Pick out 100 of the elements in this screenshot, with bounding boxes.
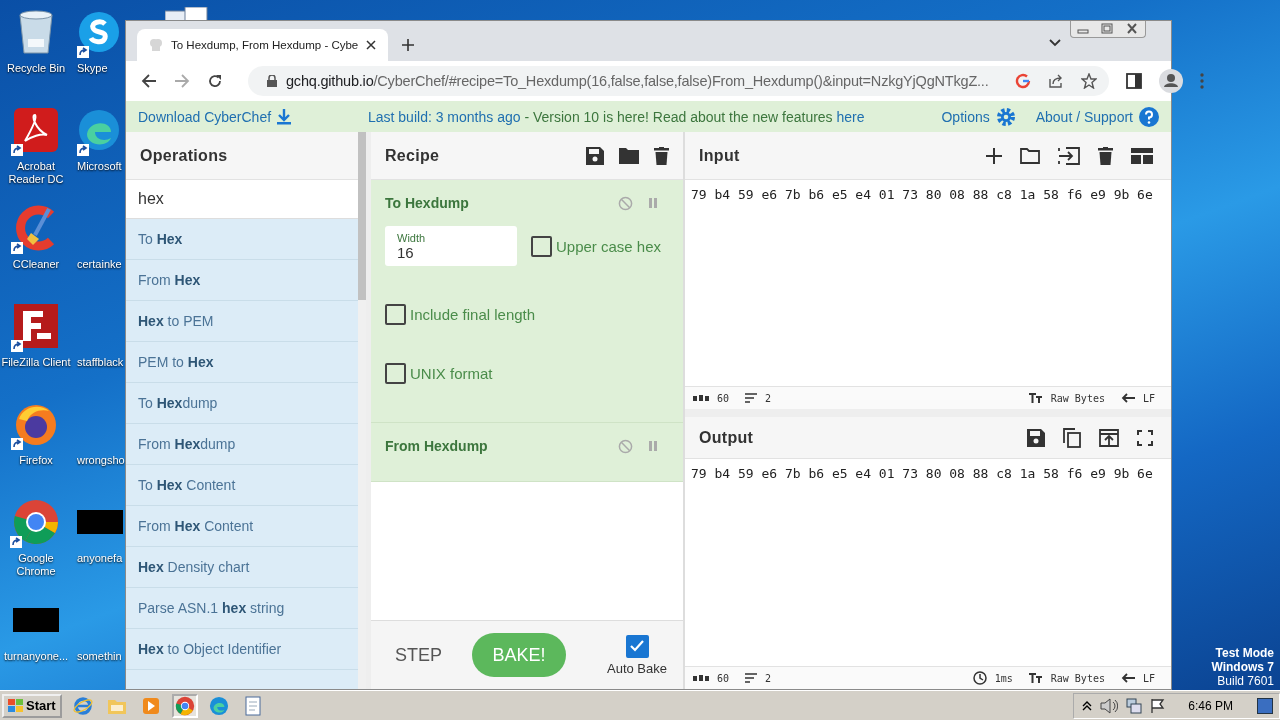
desktop-icon-label[interactable]: Google Chrome [0, 552, 72, 578]
checkbox-label[interactable]: UNIX format [410, 365, 493, 382]
tab-search-chevron-icon[interactable] [1049, 39, 1061, 47]
search-field[interactable]: hex [126, 180, 358, 219]
scrollbar-thumb[interactable] [358, 132, 366, 300]
thumbnail-icon[interactable] [13, 608, 59, 632]
build-message: Last build: 3 months ago - Version 10 is here! Read about the new features here [368, 108, 865, 125]
back-icon[interactable] [141, 73, 157, 89]
chef-hat-icon [149, 38, 163, 52]
text-encoding-icon[interactable] [1028, 673, 1043, 684]
input-text: 79 b4 59 e6 7b b6 e5 e4 01 73 80 08 88 c8 1a 58 f6 e9 9b 6e [691, 187, 1153, 202]
output-text-area[interactable]: 79 b4 59 e6 7b b6 e5 e4 01 73 80 08 88 c8 1a 58 f6 e9 9b 6e [685, 459, 1171, 667]
text-encoding-icon[interactable] [1028, 393, 1043, 404]
desktop-icon-label[interactable]: Acrobat Reader DC [0, 160, 72, 186]
maximize-icon[interactable] [1137, 429, 1153, 446]
eol-value[interactable]: LF [1142, 392, 1155, 404]
copy-icon[interactable] [1063, 427, 1081, 448]
desktop-icon-label[interactable]: FileZilla Client [1, 356, 71, 369]
desktop-icon-label[interactable]: somethin [77, 650, 122, 663]
desktop-icon-label[interactable]: CCleaner [12, 258, 60, 271]
features-link[interactable]: here [836, 108, 865, 125]
save-icon[interactable] [1027, 428, 1045, 447]
menu-icon[interactable] [1199, 73, 1204, 89]
desktop-icon-label[interactable]: wrongsho [77, 454, 125, 467]
operation-name: From Hexdump [385, 438, 488, 454]
help-icon[interactable] [1139, 106, 1159, 127]
check-icon [630, 640, 644, 652]
new-tab-icon[interactable] [402, 39, 415, 51]
start-button[interactable]: Start [2, 693, 62, 718]
open-in-input-icon[interactable] [1099, 428, 1119, 447]
side-panel-icon[interactable] [1125, 73, 1142, 89]
save-icon[interactable] [586, 146, 604, 165]
output-text: 79 b4 59 e6 7b b6 e5 e4 01 73 80 08 88 c8 1a 58 f6 e9 9b 6e [691, 466, 1153, 481]
pane-resize-handle[interactable] [685, 409, 1171, 417]
os-notice-text: Test Mode [1215, 646, 1274, 660]
trash-icon[interactable] [1098, 146, 1113, 165]
filezilla-icon[interactable] [13, 303, 59, 349]
import-icon[interactable] [1058, 146, 1080, 165]
operations-title: Operations [140, 146, 228, 165]
auto-bake-label[interactable]: Auto Bake [607, 660, 667, 676]
thumbnail-icon[interactable] [77, 510, 123, 534]
plus-icon[interactable] [986, 147, 1002, 164]
return-arrow-icon[interactable] [1120, 673, 1135, 684]
speaker-icon[interactable] [1100, 697, 1119, 714]
return-arrow-icon[interactable] [1120, 393, 1135, 404]
download-link[interactable]: Download CyberChef [138, 108, 272, 125]
auto-bake-checkbox[interactable] [625, 634, 649, 658]
encoding-value[interactable]: Raw Bytes [1050, 392, 1105, 404]
step-button[interactable]: STEP [395, 644, 442, 666]
folder-icon[interactable] [1020, 147, 1040, 164]
show-hidden-icons-icon[interactable] [1082, 700, 1093, 711]
flag-icon[interactable] [1150, 697, 1167, 714]
checkbox[interactable] [385, 363, 406, 384]
star-icon[interactable] [1080, 73, 1097, 89]
checkbox[interactable] [385, 304, 406, 325]
folder-icon[interactable] [619, 147, 639, 164]
reload-icon[interactable] [207, 73, 223, 89]
network-icon[interactable] [1126, 697, 1143, 714]
address-bar[interactable]: gchq.github.io/CyberChef/#recipe=To_Hexdump(16,false,false,false)From_Hexdump()&input=NzkgYjQgNTkgZ... [248, 66, 1109, 96]
close-icon[interactable] [366, 40, 377, 50]
clock[interactable]: 6:46 PM [1188, 698, 1233, 713]
trash-icon[interactable] [654, 146, 669, 165]
edge-icon[interactable] [77, 108, 121, 152]
about-link[interactable]: About / Support [1035, 108, 1133, 125]
build-link[interactable]: Last build: 3 months ago [368, 108, 521, 125]
character-count-icon [693, 395, 709, 402]
browser-tab[interactable]: To Hexdump, From Hexdump - Cybe [137, 29, 389, 61]
layout-icon[interactable] [1131, 147, 1153, 164]
checkbox[interactable] [531, 235, 552, 257]
input-text-area[interactable]: 79 b4 59 e6 7b b6 e5 e4 01 73 80 08 88 c8 1a 58 f6 e9 9b 6e [685, 180, 1171, 387]
download-icon[interactable] [277, 108, 292, 125]
width-field[interactable]: Width 16 [385, 226, 517, 266]
acrobat-icon[interactable] [13, 107, 59, 153]
lock-icon [267, 75, 277, 87]
windows-logo-icon [8, 698, 24, 713]
desktop-icon-label[interactable]: Microsoft [77, 160, 122, 173]
line-count: 2 [765, 392, 772, 404]
google-icon[interactable] [1014, 73, 1031, 89]
desktop-icon-label[interactable]: Firefox [19, 454, 53, 467]
skype-icon[interactable] [77, 10, 121, 54]
scrollbar[interactable] [358, 132, 366, 689]
profile-icon[interactable] [1158, 69, 1183, 93]
checkbox-label[interactable]: Include final length [410, 306, 536, 323]
desktop-icon-label[interactable]: staffblack [77, 356, 124, 369]
desktop-icon-label[interactable]: anyonefa [77, 552, 123, 565]
taskbar-app-button[interactable] [171, 693, 198, 718]
desktop-icon-label[interactable]: certainke [77, 258, 122, 271]
desktop-icon-label[interactable]: Recycle Bin [6, 62, 66, 75]
encoding-value[interactable]: Raw Bytes [1050, 672, 1105, 684]
options-link[interactable]: Options [941, 108, 990, 125]
chrome-icon[interactable] [12, 498, 60, 546]
recycle-bin-icon[interactable] [16, 9, 56, 55]
eol-value[interactable]: LF [1142, 672, 1155, 684]
os-notice-text: Build 7601 [1217, 674, 1274, 688]
line-count: 2 [765, 672, 772, 684]
checkbox-label[interactable]: Upper case hex [556, 237, 662, 255]
settings-icon[interactable] [995, 106, 1016, 127]
show-desktop-button[interactable] [1257, 697, 1273, 714]
share-icon[interactable] [1047, 73, 1064, 89]
desktop-icon-label[interactable]: Skype [77, 62, 108, 75]
